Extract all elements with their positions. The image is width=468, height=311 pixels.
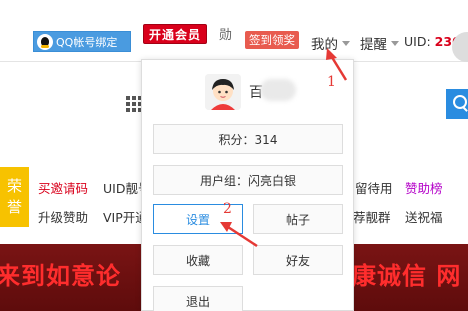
honor-badge: 荣 誉 [0, 167, 29, 227]
grid-menu-icon[interactable] [126, 96, 142, 112]
annotation-mark-2: 2 [223, 201, 232, 217]
username-redaction [260, 79, 296, 101]
nav-recommend-group[interactable]: 荐靓群 [353, 207, 391, 226]
qq-bind-label: QQ帐号绑定 [56, 35, 118, 49]
user-group-display[interactable]: 用户组：闪亮白银 [153, 165, 343, 195]
chevron-down-icon [391, 40, 399, 46]
reminder-menu[interactable]: 提醒 [360, 33, 399, 53]
favorites-button[interactable]: 收藏 [153, 245, 243, 275]
posts-button[interactable]: 帖子 [253, 204, 343, 234]
nav-upgrade-sponsor[interactable]: 升级赞助 [38, 207, 88, 226]
qq-bind-button[interactable]: QQ帐号绑定 [33, 31, 131, 52]
top-bar: QQ帐号绑定 开通会员 勋 签到领奖 我的 提醒 UID: 230 [0, 0, 468, 62]
banner-text-left: 来到如意论 [0, 262, 121, 290]
nav-reserved[interactable]: 留待用 [355, 178, 393, 197]
logout-button[interactable]: 退出 [153, 286, 243, 311]
uid-label: UID: [404, 34, 431, 49]
friends-button[interactable]: 好友 [253, 245, 343, 275]
open-vip-button[interactable]: 开通会员 [143, 24, 207, 44]
user-dropdown-panel: 百 积分：314 用户组：闪亮白银 设置 帖子 收藏 好友 退出 [141, 59, 354, 311]
medal-link[interactable]: 勋 [219, 24, 232, 43]
avatar[interactable] [205, 74, 241, 110]
search-button[interactable] [446, 89, 468, 119]
points-display[interactable]: 积分：314 [153, 124, 343, 154]
annotation-mark-1: 1 [327, 74, 336, 90]
checkin-button[interactable]: 签到领奖 [245, 31, 299, 49]
my-menu[interactable]: 我的 [311, 33, 350, 53]
reminder-label: 提醒 [360, 37, 387, 53]
honor-badge-char-2: 誉 [6, 198, 22, 216]
nav-send-blessing[interactable]: 送祝福 [405, 207, 443, 226]
qq-icon [37, 33, 53, 50]
honor-badge-char-1: 荣 [6, 177, 22, 195]
my-menu-label: 我的 [311, 37, 338, 53]
chevron-down-icon [342, 40, 350, 46]
banner-text-right: 康诚信 网 [352, 262, 462, 290]
nav-sponsor-rank[interactable]: 赞助榜 [405, 178, 443, 197]
nav-buy-invite-code[interactable]: 买邀请码 [38, 178, 88, 197]
